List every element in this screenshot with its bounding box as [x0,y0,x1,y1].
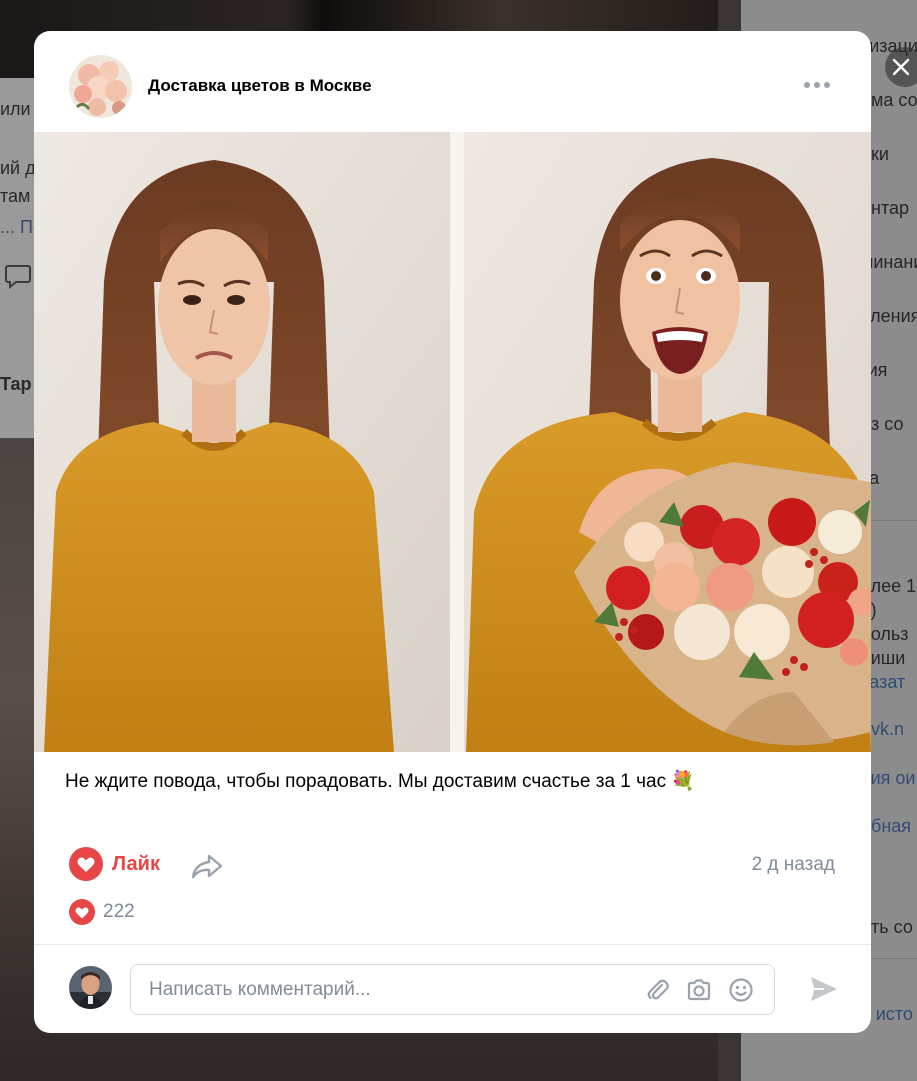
post-header: Доставка цветов в Москве [34,31,871,132]
comment-input[interactable] [149,965,629,1014]
bg-fragment: ий д [0,158,36,178]
send-icon[interactable] [808,973,840,1005]
user-avatar[interactable] [69,966,112,1009]
attach-icon[interactable] [643,976,671,1004]
post-modal: Доставка цветов в Москве Не ждите повода… [34,31,871,1033]
emoji-icon[interactable] [727,976,755,1004]
more-icon[interactable] [800,75,834,95]
bg-fragment: или [0,99,31,119]
group-avatar[interactable] [69,55,132,118]
post-image[interactable] [34,132,871,752]
group-name[interactable]: Доставка цветов в Москве [148,76,372,96]
share-icon [191,854,223,879]
likes-summary[interactable]: 222 [69,899,135,925]
bg-comment-icon [4,263,32,294]
bg-fragment: там [0,186,31,206]
comment-box [130,964,775,1015]
post-actions: Лайк 2 д назад [34,839,871,889]
close-icon [892,58,910,76]
comment-composer [34,945,871,1033]
likes-count: 222 [103,901,135,922]
like-button[interactable]: Лайк [69,847,160,881]
post-text: Не ждите повода, чтобы порадовать. Мы до… [65,771,696,792]
camera-icon[interactable] [685,976,713,1004]
bg-fragment: Тар [0,374,32,394]
close-button[interactable] [885,47,917,87]
post-timestamp: 2 д назад [751,854,835,875]
like-label: Лайк [112,852,160,875]
share-button[interactable] [189,851,225,881]
like-heart-icon [69,847,103,881]
likes-heart-icon [69,899,95,925]
